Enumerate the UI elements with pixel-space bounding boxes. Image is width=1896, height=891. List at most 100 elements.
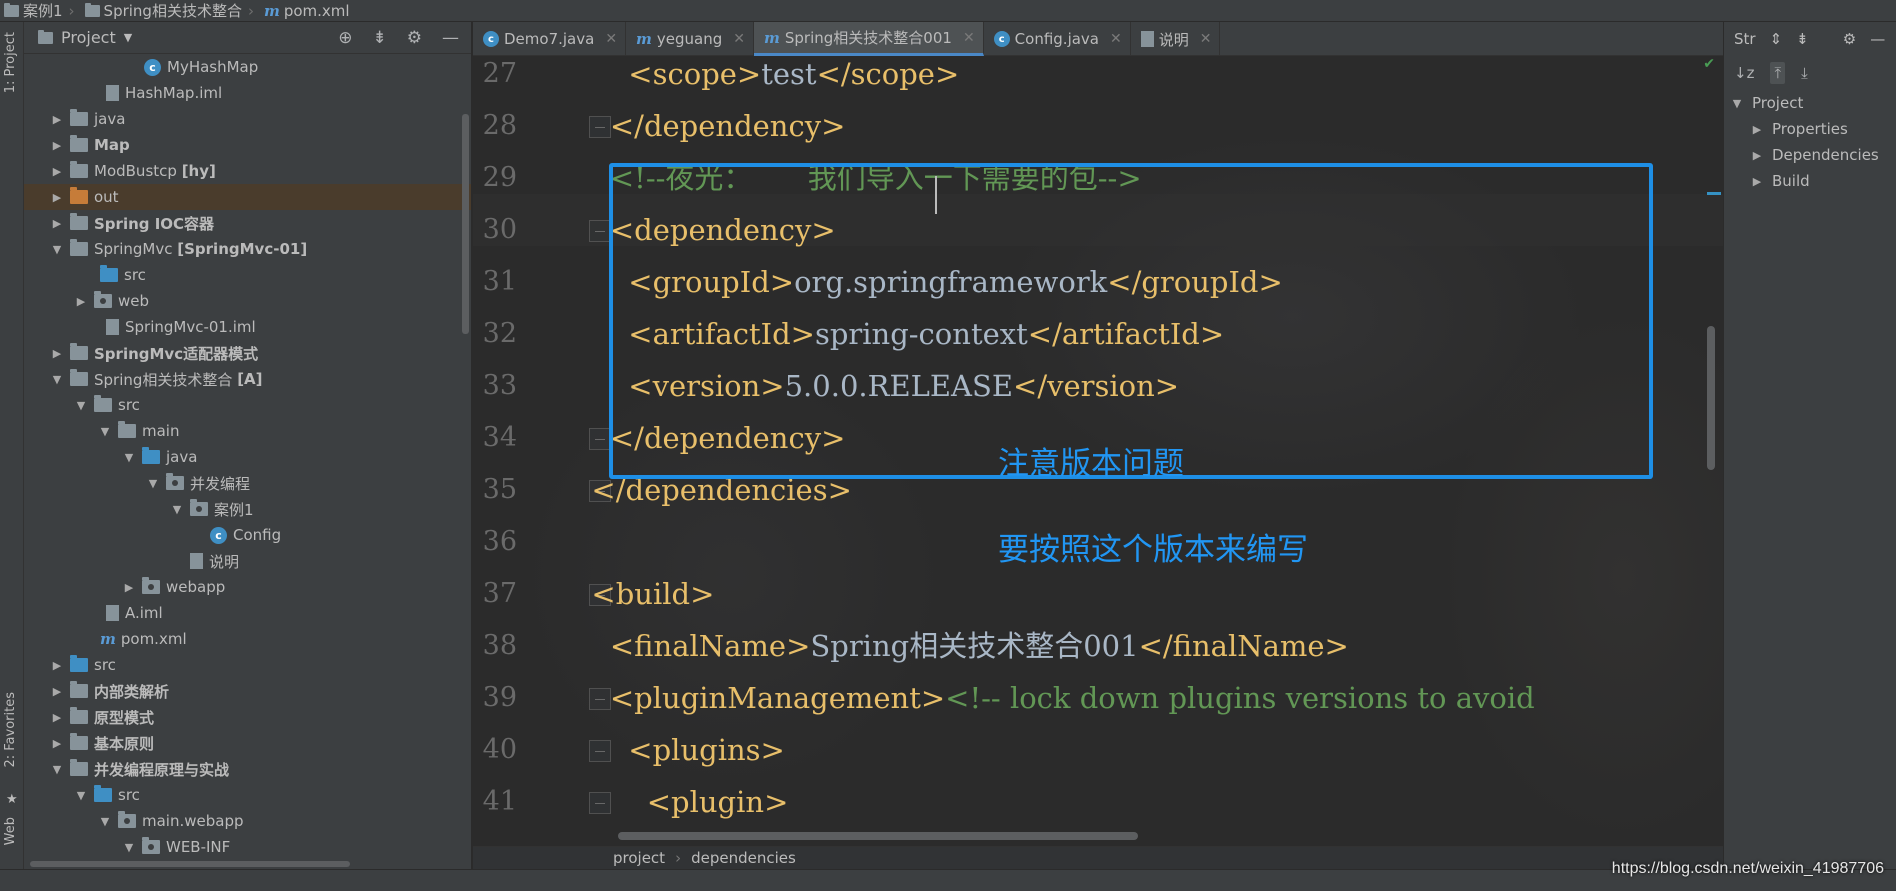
tree-item[interactable]: ▼ 案例1: [24, 496, 471, 522]
structure-item-build[interactable]: ▶ Build: [1724, 168, 1896, 194]
tree-item[interactable]: src: [24, 262, 471, 288]
expand-arrow-icon[interactable]: ▶: [50, 685, 64, 698]
collapse-arrow-icon[interactable]: ▼: [74, 789, 88, 802]
tree-item[interactable]: ▶ 基本原则: [24, 730, 471, 756]
tree-item[interactable]: ▶ SpringMvc适配器模式: [24, 340, 471, 366]
breadcrumb-dependencies[interactable]: dependencies: [691, 849, 796, 867]
tab-config-java[interactable]: c Config.java ✕: [984, 22, 1131, 56]
tab-shuoming[interactable]: 说明 ✕: [1131, 22, 1221, 56]
tree-item[interactable]: ▼ Spring相关技术整合 [A]: [24, 366, 471, 392]
tree-item[interactable]: ▶ src: [24, 652, 471, 678]
tree-item[interactable]: HashMap.iml: [24, 80, 471, 106]
gear-icon[interactable]: ⚙: [407, 28, 422, 48]
editor-horizontal-scrollbar[interactable]: [618, 832, 1138, 840]
tab-yeguang[interactable]: m yeguang ✕: [626, 22, 755, 56]
tree-item[interactable]: ▶ 原型模式: [24, 704, 471, 730]
collapse-arrow-icon[interactable]: ▼: [1730, 97, 1744, 110]
expand-arrow-icon[interactable]: ▶: [122, 581, 136, 594]
project-horizontal-scrollbar[interactable]: [30, 861, 350, 867]
expand-arrow-icon[interactable]: ▶: [1750, 175, 1764, 188]
tree-item[interactable]: c MyHashMap: [24, 54, 471, 80]
code-line[interactable]: <finalName>Spring相关技术整合001</finalName>: [573, 620, 1723, 672]
collapse-arrow-icon[interactable]: ▼: [50, 763, 64, 776]
code-line[interactable]: <plugin>: [573, 776, 1723, 828]
breadcrumb-project[interactable]: project: [613, 849, 665, 867]
tree-item[interactable]: A.iml: [24, 600, 471, 626]
expand-all-icon[interactable]: ⇕: [1770, 30, 1783, 48]
collapse-arrow-icon[interactable]: ▼: [50, 243, 64, 256]
tree-item[interactable]: ▼ SpringMvc [SpringMvc-01]: [24, 236, 471, 262]
expand-arrow-icon[interactable]: ▶: [50, 139, 64, 152]
inspection-ok-icon[interactable]: ✔: [1703, 56, 1715, 72]
code-line[interactable]: <build>: [573, 568, 1723, 620]
structure-item-dependencies[interactable]: ▶ Dependencies: [1724, 142, 1896, 168]
tree-item[interactable]: ▶ ModBustcp [hy]: [24, 158, 471, 184]
expand-arrow-icon[interactable]: ▶: [50, 711, 64, 724]
minimize-icon[interactable]: —: [442, 28, 459, 48]
collapse-arrow-icon[interactable]: ▼: [122, 841, 136, 854]
tab-spring-pom[interactable]: m Spring相关技术整合001 ✕: [754, 22, 984, 56]
code-line[interactable]: <plugins>: [573, 724, 1723, 776]
tree-item[interactable]: ▼ src: [24, 782, 471, 808]
expand-arrow-icon[interactable]: ▶: [50, 113, 64, 126]
expand-arrow-icon[interactable]: ▶: [50, 347, 64, 360]
expand-arrow-icon[interactable]: ▶: [50, 217, 64, 230]
collapse-arrow-icon[interactable]: ▼: [74, 399, 88, 412]
expand-arrow-icon[interactable]: ▶: [50, 737, 64, 750]
nav-crumb-project[interactable]: Spring相关技术整合 ›: [81, 0, 260, 21]
tree-item[interactable]: SpringMvc-01.iml: [24, 314, 471, 340]
autoscroll-to-source-icon[interactable]: ⤒: [1770, 62, 1786, 84]
close-icon[interactable]: ✕: [963, 30, 975, 46]
dropdown-arrow-icon[interactable]: ▼: [124, 31, 132, 44]
expand-arrow-icon[interactable]: ▶: [74, 295, 88, 308]
collapse-all-icon[interactable]: ⇟: [1796, 30, 1809, 48]
code-editor[interactable]: 27 28 29 30 31 32 33 34 35 36 37 38 39 40 41 <scope>te…: [473, 56, 1723, 846]
expand-arrow-icon[interactable]: ▶: [50, 659, 64, 672]
expand-arrow-icon[interactable]: ▶: [50, 165, 64, 178]
expand-arrow-icon[interactable]: ▶: [1750, 123, 1764, 136]
close-icon[interactable]: ✕: [1200, 31, 1212, 47]
collapse-arrow-icon[interactable]: ▼: [122, 451, 136, 464]
collapse-all-icon[interactable]: ⇟: [373, 28, 387, 48]
tree-item[interactable]: 说明: [24, 548, 471, 574]
gear-icon[interactable]: ⚙: [1843, 30, 1856, 48]
structure-item-project[interactable]: ▼ Project: [1724, 90, 1896, 116]
close-icon[interactable]: ✕: [1110, 31, 1122, 47]
tree-item[interactable]: ▼ main.webapp: [24, 808, 471, 834]
tree-item[interactable]: ▶ Map: [24, 132, 471, 158]
collapse-arrow-icon[interactable]: ▼: [50, 373, 64, 386]
editor-vertical-scrollbar[interactable]: [1707, 326, 1715, 470]
tree-item[interactable]: ▼ java: [24, 444, 471, 470]
tree-item[interactable]: ▶ java: [24, 106, 471, 132]
tree-item[interactable]: m pom.xml: [24, 626, 471, 652]
tree-item[interactable]: ▼ src: [24, 392, 471, 418]
error-stripe-marker[interactable]: [1707, 192, 1721, 195]
tree-item[interactable]: ▼ 并发编程: [24, 470, 471, 496]
code-line[interactable]: <scope>test</scope>: [573, 56, 1723, 100]
autoscroll-from-source-icon[interactable]: ⤓: [1801, 64, 1808, 82]
tree-item[interactable]: ▶ 内部类解析: [24, 678, 471, 704]
tree-item[interactable]: c Config: [24, 522, 471, 548]
tree-item[interactable]: ▶ webapp: [24, 574, 471, 600]
tree-item[interactable]: ▼ main: [24, 418, 471, 444]
code-line[interactable]: <pluginManagement><!-- lock down plugins…: [573, 672, 1723, 724]
close-icon[interactable]: ✕: [605, 31, 617, 47]
expand-arrow-icon[interactable]: ▶: [50, 191, 64, 204]
nav-crumb-file[interactable]: m pom.xml: [260, 2, 354, 20]
sort-alpha-icon[interactable]: ↓z: [1734, 64, 1754, 82]
close-icon[interactable]: ✕: [733, 31, 745, 47]
tree-item[interactable]: ▼ WEB-INF: [24, 834, 471, 860]
structure-item-properties[interactable]: ▶ Properties: [1724, 116, 1896, 142]
collapse-arrow-icon[interactable]: ▼: [170, 503, 184, 516]
collapse-arrow-icon[interactable]: ▼: [98, 425, 112, 438]
nav-crumb-module[interactable]: 案例1 ›: [0, 0, 81, 21]
project-vertical-scrollbar[interactable]: [462, 114, 469, 334]
favorites-tool-button[interactable]: 2: Favorites ★: [0, 692, 24, 812]
tab-demo7-java[interactable]: c Demo7.java ✕: [473, 22, 627, 56]
tree-item[interactable]: ▶ Spring IOC容器: [24, 210, 471, 236]
minimize-icon[interactable]: —: [1870, 30, 1885, 48]
collapse-arrow-icon[interactable]: ▼: [146, 477, 160, 490]
tree-item[interactable]: ▶ out: [24, 184, 471, 210]
expand-arrow-icon[interactable]: ▶: [1750, 149, 1764, 162]
project-panel-title[interactable]: Project: [61, 28, 116, 47]
